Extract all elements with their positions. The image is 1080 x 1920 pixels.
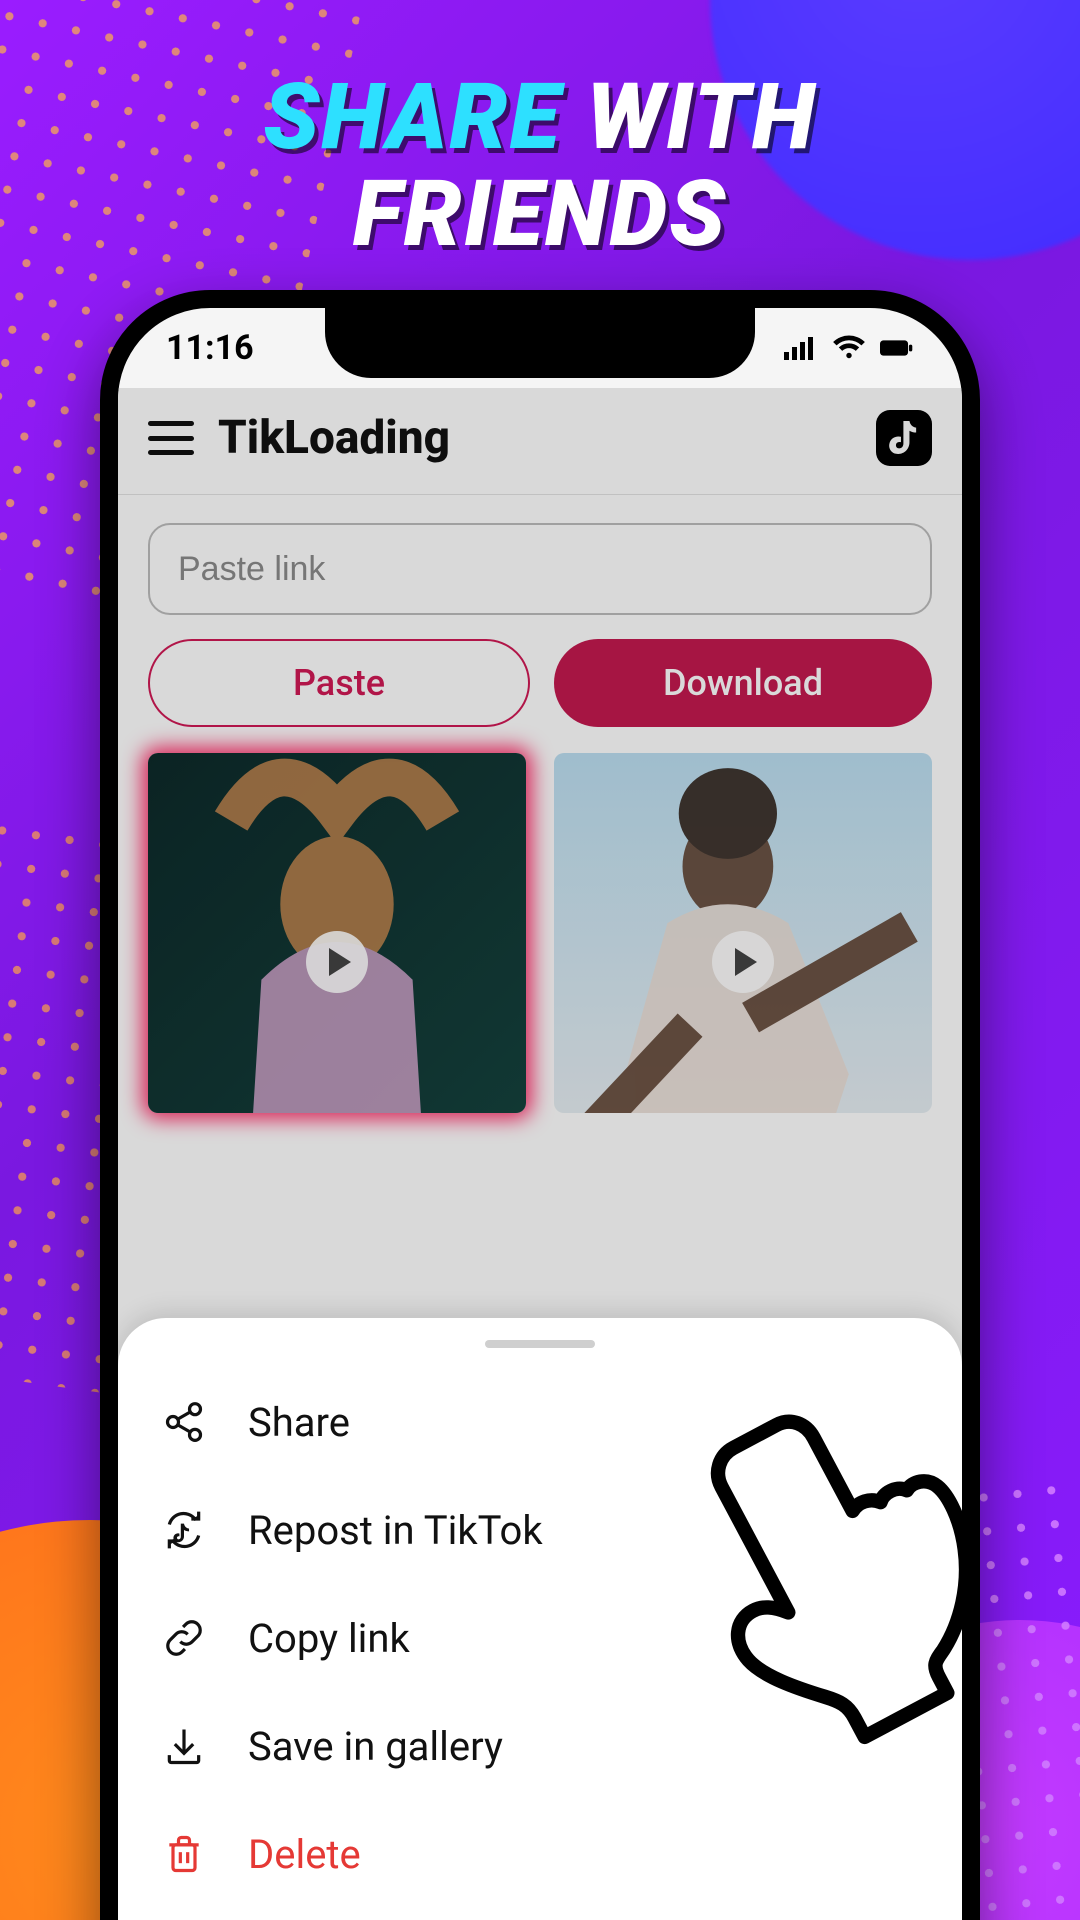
link-icon — [160, 1614, 208, 1662]
headline-accent: SHARE — [263, 64, 561, 171]
menu-item-label: Copy link — [248, 1615, 410, 1662]
menu-item-label: Repost in TikTok — [248, 1507, 543, 1554]
menu-item-label: Delete — [248, 1831, 361, 1878]
signal-icon — [784, 334, 818, 362]
promo-headline: SHARE WITH FRIENDS — [0, 70, 1080, 263]
headline-text: FRIENDS — [353, 161, 727, 268]
menu-item-label: Share — [248, 1399, 350, 1446]
sheet-item-delete[interactable]: Delete — [160, 1800, 920, 1908]
status-time: 11:16 — [166, 328, 254, 368]
share-icon — [160, 1398, 208, 1446]
phone-notch — [325, 306, 755, 378]
phone-mockup: 11:16 TikLoading Paste — [100, 290, 980, 1920]
wifi-icon — [832, 334, 866, 362]
app-screen: TikLoading Paste Download — [118, 388, 962, 1920]
repost-icon — [160, 1506, 208, 1554]
promo-background: SHARE WITH FRIENDS 11:16 TikLoading — [0, 0, 1080, 1920]
sheet-handle[interactable] — [485, 1340, 595, 1348]
trash-icon — [160, 1830, 208, 1878]
headline-text: WITH — [562, 64, 817, 171]
status-icons — [784, 334, 914, 362]
download-icon — [160, 1722, 208, 1770]
battery-icon — [880, 334, 914, 362]
menu-item-label: Save in gallery — [248, 1723, 503, 1770]
